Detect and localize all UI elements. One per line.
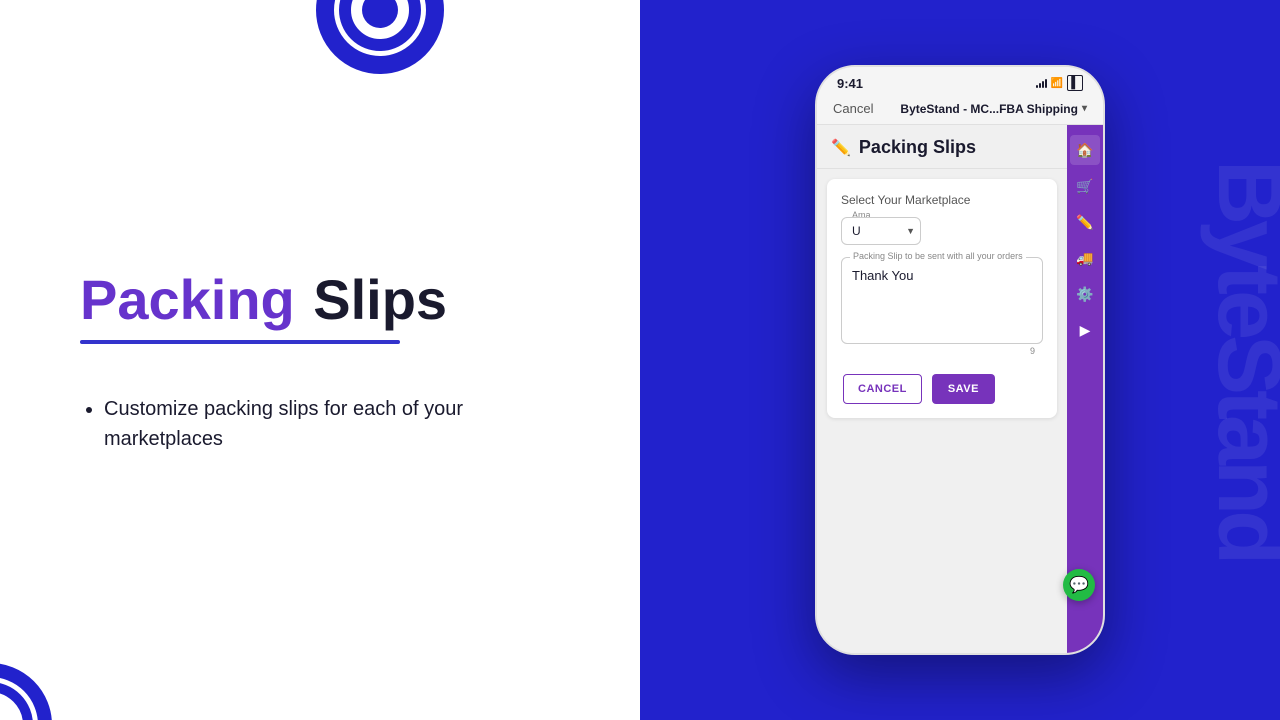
- heading-slips: Slips: [313, 268, 447, 331]
- feature-list: Customize packing slips for each of your…: [80, 394, 560, 454]
- status-bar: 9:41 📶 ▌: [817, 67, 1103, 95]
- sidebar-shipping-icon[interactable]: 🚚: [1070, 243, 1100, 273]
- heading-underline: [80, 340, 400, 344]
- page-header: ✏️ Packing Slips: [817, 125, 1067, 169]
- marketplace-label: Select Your Marketplace: [841, 193, 1043, 207]
- packing-slip-label: Packing Slip to be sent with all your or…: [850, 251, 1026, 261]
- page-title: Packing Slips: [859, 137, 976, 158]
- chat-bubble-button[interactable]: 💬: [1063, 569, 1095, 601]
- feature-item-1: Customize packing slips for each of your…: [104, 394, 560, 454]
- main-content: ✏️ Packing Slips Select Your Marketplace…: [817, 125, 1067, 653]
- sidebar-cart-icon[interactable]: 🛒: [1070, 171, 1100, 201]
- nav-bar: Cancel ByteStand - MC...FBA Shipping ▾: [817, 95, 1103, 125]
- circle-decoration-top: [300, 0, 460, 95]
- sidebar-home-icon[interactable]: 🏠: [1070, 135, 1100, 165]
- nav-title: ByteStand - MC...FBA Shipping ▾: [900, 102, 1087, 116]
- phone-body: ✏️ Packing Slips Select Your Marketplace…: [817, 125, 1103, 653]
- phone-mockup: 9:41 📶 ▌ Cancel ByteStand - MC...FBA Shi…: [815, 65, 1105, 655]
- bytestand-watermark: ByteStand: [1197, 160, 1280, 560]
- signal-icon: [1036, 78, 1047, 88]
- right-section: ByteStand 9:41 📶 ▌ Cancel ByteStand - MC…: [640, 0, 1280, 720]
- char-count: 9: [841, 344, 1043, 360]
- nav-dropdown-arrow[interactable]: ▾: [1082, 103, 1087, 114]
- heading-packing: Packing: [80, 268, 295, 331]
- marketplace-dropdown[interactable]: U: [841, 217, 921, 245]
- wifi-icon: 📶: [1051, 78, 1063, 89]
- pencil-icon: ✏️: [831, 138, 851, 158]
- sidebar-edit-icon[interactable]: ✏️: [1070, 207, 1100, 237]
- main-heading: Packing Slips: [80, 267, 560, 344]
- sidebar-settings-icon[interactable]: ⚙️: [1070, 279, 1100, 309]
- nav-cancel-button[interactable]: Cancel: [833, 101, 873, 116]
- packing-slip-card: Select Your Marketplace Ama... U ▼ Packi…: [827, 179, 1057, 418]
- marketplace-dropdown-wrapper[interactable]: Ama... U ▼: [841, 217, 921, 245]
- action-buttons: CANCEL SAVE: [841, 374, 1043, 404]
- battery-icon: ▌: [1067, 75, 1083, 91]
- left-section: Packing Slips Customize packing slips fo…: [0, 0, 640, 720]
- circle-decoration-bottom: [0, 645, 80, 720]
- packing-slip-wrapper: Packing Slip to be sent with all your or…: [841, 257, 1043, 344]
- cancel-button[interactable]: CANCEL: [843, 374, 922, 404]
- status-icons: 📶 ▌: [1036, 75, 1083, 91]
- save-button[interactable]: SAVE: [932, 374, 995, 404]
- status-time: 9:41: [837, 76, 863, 91]
- sidebar-play-icon[interactable]: ▶: [1070, 315, 1100, 345]
- packing-slip-textarea[interactable]: Thank You: [842, 258, 1042, 338]
